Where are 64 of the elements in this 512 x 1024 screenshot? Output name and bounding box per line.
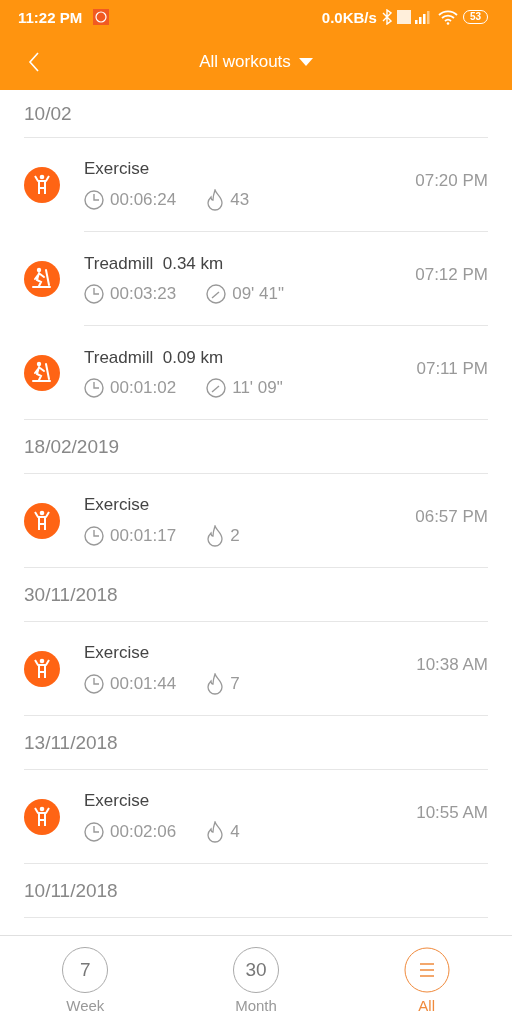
pace-value: 11' 09" xyxy=(232,377,283,398)
workout-row[interactable]: Exercise 00:01:17 2 06:57 PM xyxy=(24,474,488,568)
flame-icon xyxy=(206,672,225,695)
workout-name: Exercise xyxy=(84,790,151,811)
signal-icon xyxy=(396,9,433,25)
calories-value: 4 xyxy=(230,821,240,842)
app-notification-icon xyxy=(93,9,110,25)
caret-icon xyxy=(298,58,313,66)
exercise-icon xyxy=(24,798,60,835)
workout-duration: 00:02:06 xyxy=(110,821,177,842)
date-header: 10/11/2018 xyxy=(24,864,488,918)
pace-icon xyxy=(206,377,227,398)
date-header: 10/02 xyxy=(24,90,488,138)
period-tab[interactable]: 30 Month xyxy=(170,936,342,1024)
workout-time: 10:55 AM xyxy=(416,802,488,823)
workout-name: Treadmill 0.09 km xyxy=(84,347,225,368)
workout-duration: 00:03:23 xyxy=(110,283,177,304)
pace-icon xyxy=(206,283,227,304)
treadmill-icon xyxy=(24,354,60,391)
calories-value: 7 xyxy=(230,673,240,694)
calories-value: 2 xyxy=(230,525,240,546)
clock-icon xyxy=(84,525,104,546)
workout-time: 07:12 PM xyxy=(415,264,488,285)
menu-icon xyxy=(403,946,450,993)
clock-icon xyxy=(84,189,104,210)
pace-value: 09' 41" xyxy=(232,283,284,304)
workout-time: 07:11 PM xyxy=(416,358,488,379)
clock-icon xyxy=(84,377,104,398)
workout-time: 06:57 PM xyxy=(415,506,488,527)
workout-name: Exercise xyxy=(84,158,151,179)
wifi-icon xyxy=(437,9,458,25)
workout-name: Exercise xyxy=(84,494,151,515)
back-icon[interactable] xyxy=(28,52,40,72)
workout-row[interactable]: Treadmill 0.09 km 00:01:02 11' 09" 07:11 PM xyxy=(24,326,488,420)
flame-icon xyxy=(206,820,225,843)
workout-name: Exercise xyxy=(84,642,151,663)
workout-duration: 00:06:24 xyxy=(110,189,177,210)
workout-row[interactable]: Exercise 00:06:24 43 07:20 PM xyxy=(0,138,512,232)
clock-icon xyxy=(84,821,104,842)
workout-duration: 00:01:17 xyxy=(110,525,177,546)
date-header: 18/02/2019 xyxy=(24,420,488,474)
bluetooth-icon xyxy=(381,9,392,25)
exercise-icon xyxy=(24,650,60,687)
date-header: 13/11/2018 xyxy=(24,716,488,770)
period-tab[interactable]: 7 Week xyxy=(0,936,171,1024)
treadmill-icon xyxy=(24,261,60,297)
calories-value: 43 xyxy=(230,189,250,210)
workout-duration: 00:01:02 xyxy=(110,377,177,398)
exercise-icon xyxy=(24,502,60,539)
date-header: 30/11/2018 xyxy=(24,568,488,622)
exercise-icon xyxy=(24,167,60,203)
workout-time: 10:38 AM xyxy=(416,654,488,675)
workout-duration: 00:01:44 xyxy=(110,673,177,694)
clock-icon xyxy=(84,673,104,694)
workout-name: Treadmill 0.34 km xyxy=(84,253,225,274)
workout-row[interactable]: Exercise 00:02:06 4 10:55 AM xyxy=(24,770,488,864)
flame-icon xyxy=(206,188,225,211)
status-time: 11:22 PM xyxy=(18,8,83,26)
workout-time: 07:20 PM xyxy=(415,170,488,191)
workout-row[interactable]: Exercise 00:01:44 7 10:38 AM xyxy=(24,622,488,716)
flame-icon xyxy=(206,524,225,547)
network-speed: 0.0KB/s xyxy=(321,8,377,26)
clock-icon xyxy=(84,283,104,304)
workout-row[interactable]: Treadmill 0.34 km 00:03:23 09' 41" 07:12 PM xyxy=(0,232,512,326)
